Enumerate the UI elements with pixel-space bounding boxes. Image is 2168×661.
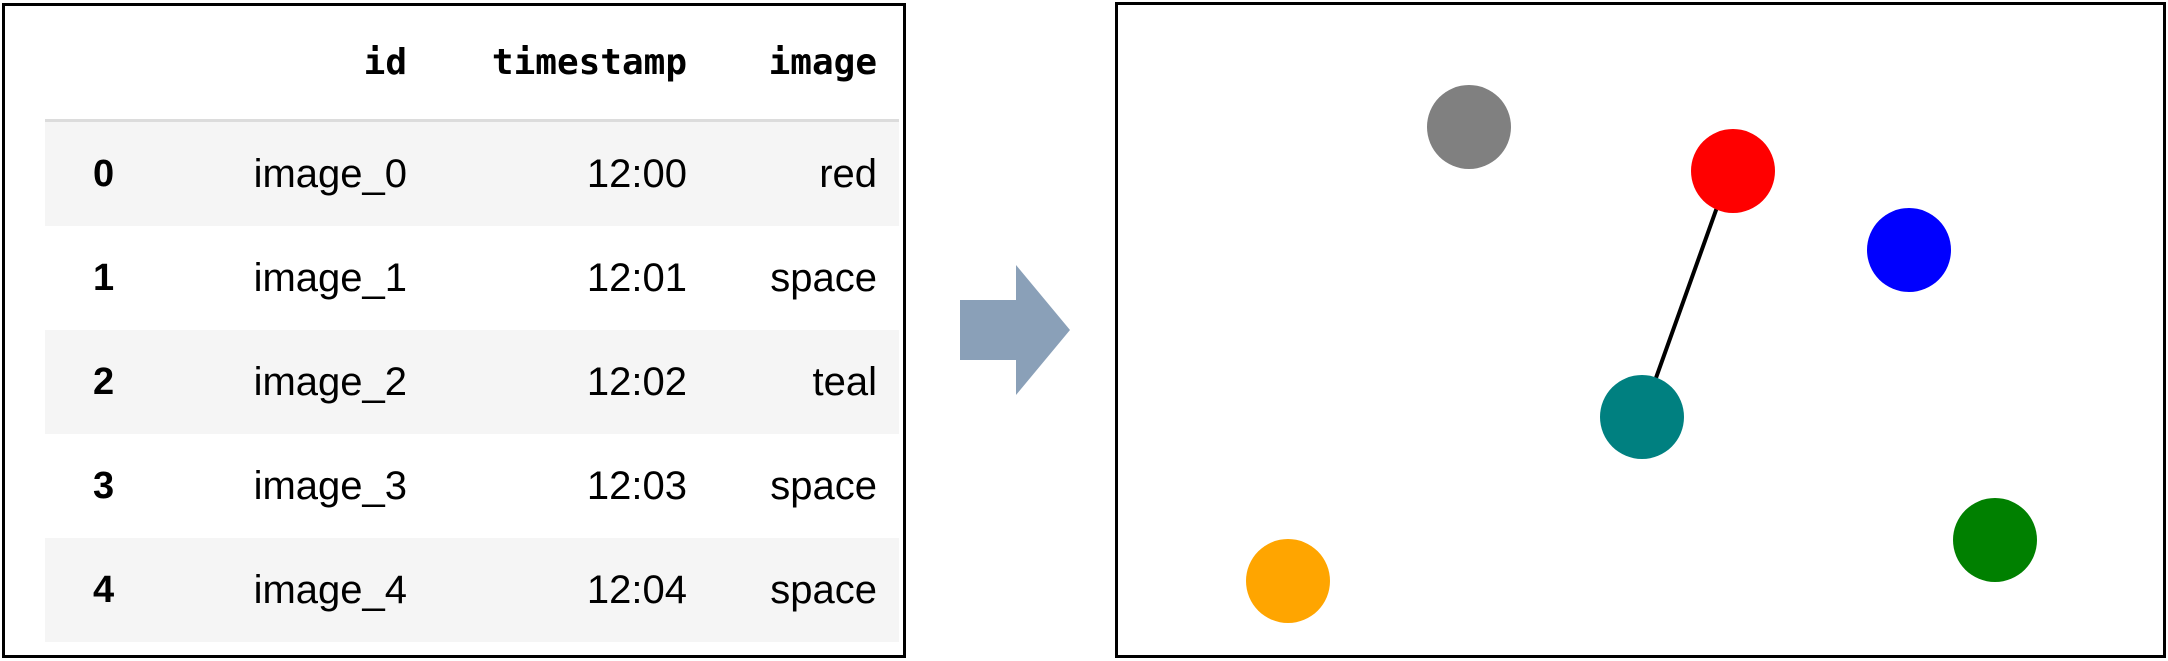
green-dot (1953, 498, 2037, 582)
teal-dot (1600, 375, 1684, 459)
cell-timestamp: 12:00 (429, 120, 709, 226)
cell-id: image_1 (253, 255, 407, 300)
table-header-row: id timestamp image (45, 6, 899, 122)
index-column-header (45, 6, 167, 122)
table-row: 3 image_3 12:03 space (45, 434, 899, 538)
cell-image: teal (709, 330, 899, 434)
right-arrow-icon (960, 265, 1070, 395)
table-row: 1 image_1 12:01 space (45, 226, 899, 330)
cell-id: image_2 (167, 330, 429, 434)
column-header-image: image (709, 6, 899, 122)
row-index: 4 (45, 538, 167, 642)
cell-image: space (770, 463, 877, 508)
red-dot (1691, 129, 1775, 213)
cell-timestamp: 12:04 (429, 538, 709, 642)
cell-timestamp: 12:02 (429, 330, 709, 434)
cell-id: image_0 (167, 120, 429, 226)
cell-image: red (709, 120, 899, 226)
cell-image: space (709, 538, 899, 642)
dataframe-table: id timestamp image 0 image_0 12:00 red 1… (45, 6, 899, 642)
cell-timestamp: 12:03 (586, 463, 687, 508)
table-row: 2 image_2 12:02 teal (45, 330, 899, 434)
blue-dot (1867, 208, 1951, 292)
row-index: 2 (45, 330, 167, 434)
column-header-id: id (167, 6, 429, 122)
row-index: 0 (45, 120, 167, 226)
right-arrow-shape (960, 265, 1070, 395)
gray-dot (1427, 85, 1511, 169)
cell-id: image_3 (253, 463, 407, 508)
table-row: 4 image_4 12:04 space (45, 538, 899, 642)
column-header-timestamp: timestamp (429, 6, 709, 122)
cell-id: image_4 (167, 538, 429, 642)
cell-image: space (770, 255, 877, 300)
row-index: 3 (93, 464, 115, 507)
cell-timestamp: 12:01 (586, 255, 687, 300)
orange-dot (1246, 539, 1330, 623)
dataframe-panel: id timestamp image 0 image_0 12:00 red 1… (2, 3, 906, 658)
scene-panel (1115, 2, 2166, 658)
row-index: 1 (93, 256, 115, 299)
table-row: 0 image_0 12:00 red (45, 120, 899, 226)
